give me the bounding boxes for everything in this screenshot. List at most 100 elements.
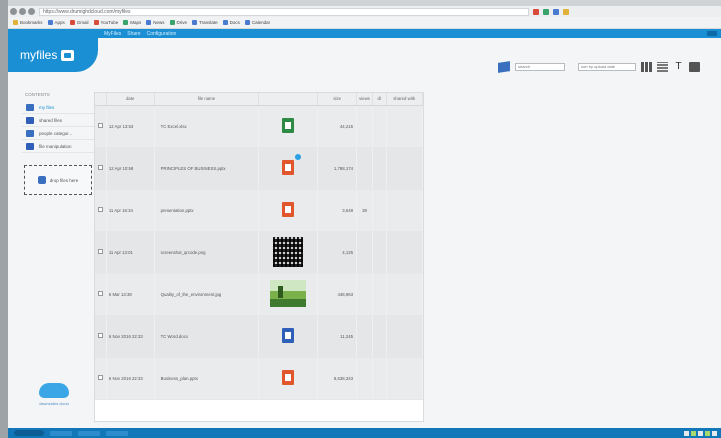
taskbar-app[interactable] — [78, 430, 100, 436]
file-name[interactable]: TC Word.docx — [154, 315, 260, 358]
table-row[interactable]: 11 Apr 13:01 screenshot_qrcode.png 4,125 — [95, 231, 423, 274]
list-view-icon[interactable] — [657, 62, 668, 72]
bookmark-item[interactable]: Maps — [123, 20, 141, 25]
bookmark-label: Calendar — [251, 20, 271, 25]
text-view-icon[interactable]: T — [673, 62, 684, 72]
drop-zone[interactable]: drop files here — [24, 165, 92, 195]
file-views — [356, 357, 373, 400]
tray-icon[interactable] — [712, 430, 717, 436]
file-thumbnail-cell — [258, 315, 319, 358]
file-name[interactable]: Business_plan.pptx — [154, 357, 260, 400]
tray-icon[interactable] — [698, 430, 703, 436]
file-date: 11 Apr 13:01 — [106, 231, 155, 274]
row-checkbox[interactable] — [97, 207, 103, 212]
file-name[interactable]: PRINCIPLES OF BUSINESS.pptx — [154, 147, 260, 190]
grid-view-icon[interactable] — [641, 62, 652, 72]
logo[interactable]: myfiles — [8, 38, 98, 72]
forward-icon[interactable] — [19, 8, 26, 15]
tray-icon[interactable] — [705, 430, 710, 436]
column-header[interactable]: file name — [154, 93, 260, 106]
file-size: 448,963 — [317, 273, 357, 316]
column-header[interactable] — [258, 93, 319, 106]
sidebar-heading: CONTENTS — [25, 92, 50, 97]
bookmark-item[interactable]: Bookmarks — [13, 20, 43, 25]
taskbar-app[interactable] — [50, 430, 72, 436]
column-header[interactable]: dl — [372, 93, 387, 106]
table-row[interactable]: 6 Mar 13:38 Quality_of_the_environment.jp… — [95, 273, 423, 316]
cloud-logo-text: dawnsides cloud — [39, 401, 69, 406]
presentation-file-icon[interactable] — [282, 202, 295, 217]
back-icon[interactable] — [10, 8, 17, 15]
extension-icon[interactable] — [533, 8, 539, 15]
bookmark-label: Translate — [199, 20, 218, 25]
spreadsheet-file-icon[interactable] — [282, 118, 295, 133]
table-row[interactable]: 12 Apr 10:58 PRINCIPLES OF BUSINESS.pptx 1… — [95, 147, 423, 190]
sidebar-item-label: people categor... — [39, 130, 73, 136]
drop-zone-label: drop files here — [49, 177, 79, 183]
table-row[interactable]: 6 Nov 2016 22:33 TC Word.docx 11,245 — [95, 315, 423, 358]
bookmark-item[interactable]: Gmail — [69, 20, 89, 25]
select-all-header[interactable] — [95, 93, 107, 106]
presentation-file-icon[interactable] — [282, 370, 295, 385]
column-header[interactable]: size — [317, 93, 357, 106]
tray-icon[interactable] — [684, 430, 689, 436]
column-header[interactable]: date — [106, 93, 155, 106]
column-header[interactable]: shared with — [386, 93, 423, 106]
file-downloads — [372, 147, 387, 190]
bookmark-item[interactable]: Translate — [192, 20, 218, 25]
app-menu-item[interactable]: Configuration — [147, 31, 177, 37]
bookmark-item[interactable]: YouTube — [93, 20, 118, 25]
image-thumbnail[interactable] — [270, 280, 307, 307]
tray-icon[interactable] — [691, 430, 696, 436]
url-field[interactable]: https://www.drumighdcloud.com/myfiles — [39, 7, 529, 16]
bookmark-item[interactable]: Calendar — [244, 20, 271, 25]
bookmark-icon — [13, 20, 18, 25]
extension-icon[interactable] — [543, 8, 549, 15]
folder-logo-icon — [61, 49, 75, 61]
row-checkbox[interactable] — [97, 165, 103, 170]
reload-icon[interactable] — [28, 8, 35, 15]
qr-code-thumbnail[interactable] — [273, 236, 304, 267]
app-menu-item[interactable]: Share — [127, 31, 140, 37]
file-date: 12 Apr 10:58 — [106, 147, 155, 190]
sidebar-item[interactable]: shared files — [22, 114, 94, 127]
word-file-icon[interactable] — [282, 328, 295, 343]
search-input[interactable]: search — [515, 63, 565, 71]
bookmark-icon — [244, 20, 250, 25]
table-row[interactable]: 6 Nov 2016 22:33 Business_plan.pptx 8,638,… — [95, 357, 423, 400]
column-header[interactable]: views — [356, 93, 373, 106]
table-row[interactable]: 12 Apr 13:53 TC Excel.xlsx 44,215 — [95, 105, 423, 148]
row-checkbox-cell — [95, 273, 107, 316]
file-name[interactable]: presentation.pptx — [154, 189, 260, 232]
taskbar-app[interactable] — [106, 430, 128, 436]
start-button[interactable] — [14, 430, 44, 436]
bookmark-item[interactable]: Drive — [169, 20, 187, 25]
row-checkbox[interactable] — [97, 333, 103, 338]
folder-icon[interactable] — [689, 62, 700, 72]
row-checkbox[interactable] — [97, 249, 103, 254]
bookmark-item[interactable]: Docs — [222, 20, 240, 25]
sort-select[interactable]: sort by upload date — [578, 63, 636, 71]
windows-logo-icon — [498, 61, 510, 73]
bookmark-item[interactable]: Apps — [47, 20, 65, 25]
table-row[interactable]: 11 Apr 16:34 presentation.pptx 3,648 38 — [95, 189, 423, 232]
extension-icon[interactable] — [563, 8, 569, 15]
presentation-file-icon[interactable] — [282, 154, 302, 175]
sidebar-item[interactable]: people categor... — [22, 127, 94, 140]
file-thumbnail-cell — [258, 273, 319, 316]
file-name[interactable]: TC Excel.xlsx — [154, 105, 260, 148]
cloud-logo[interactable]: dawnsides cloud — [26, 383, 82, 415]
file-downloads — [372, 315, 387, 358]
row-checkbox[interactable] — [97, 291, 103, 296]
sidebar-item[interactable]: my files — [22, 101, 94, 114]
row-checkbox[interactable] — [97, 123, 103, 128]
row-checkbox[interactable] — [97, 375, 103, 380]
bookmark-item[interactable]: News — [146, 20, 165, 25]
extension-icon[interactable] — [553, 8, 559, 15]
table-header: date file name size views dl shared with — [95, 93, 423, 106]
app-menu-item[interactable]: MyFiles — [104, 31, 121, 37]
file-name[interactable]: screenshot_qrcode.png — [154, 231, 260, 274]
sidebar-item[interactable]: file manipulation — [22, 140, 94, 153]
file-name[interactable]: Quality_of_the_environment.jpg — [154, 273, 260, 316]
account-button[interactable] — [707, 31, 717, 36]
